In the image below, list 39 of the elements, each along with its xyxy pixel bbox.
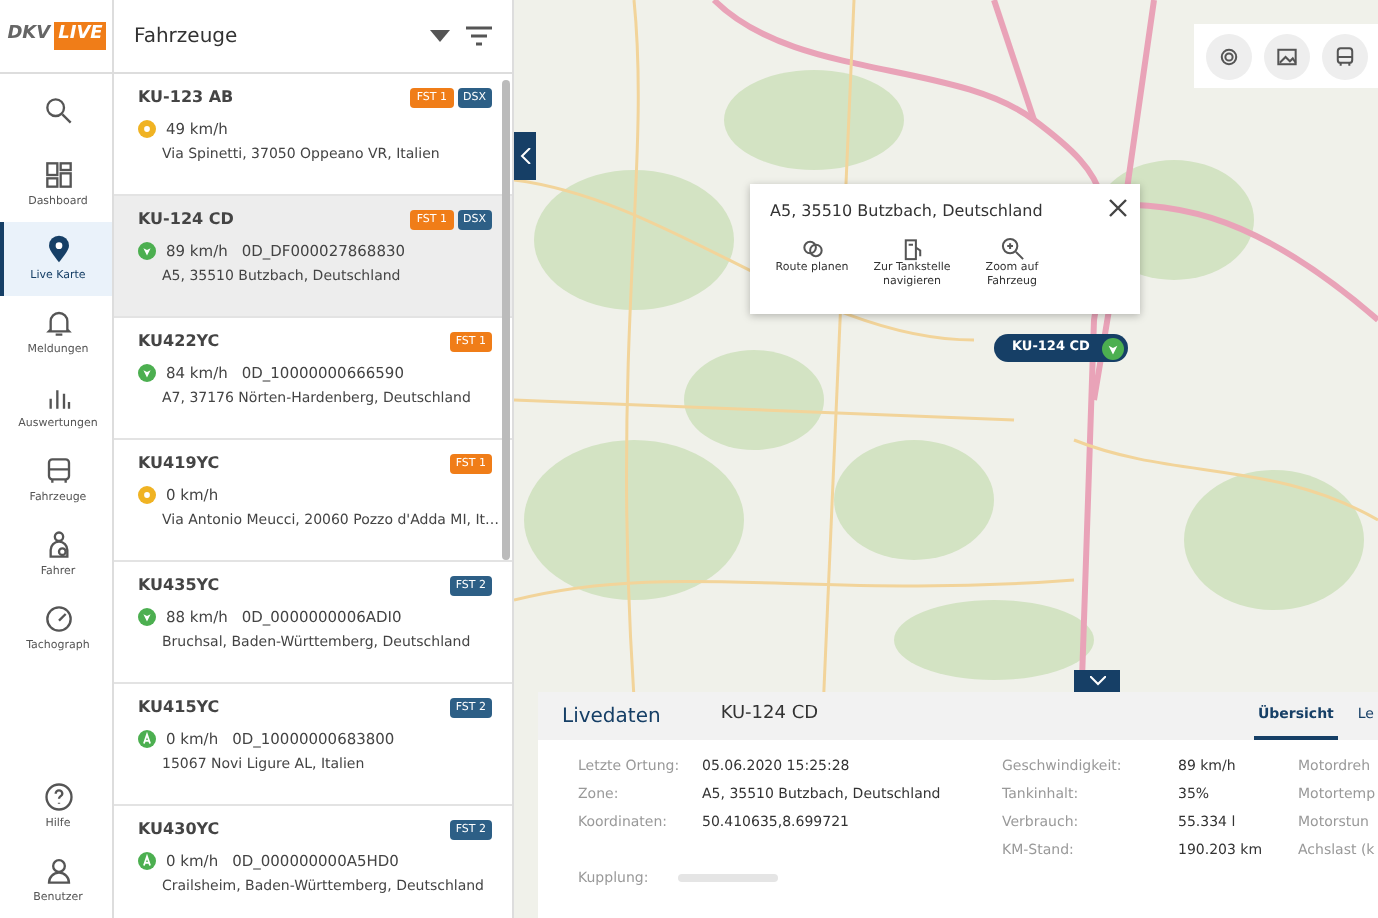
truck-icon (1332, 43, 1358, 69)
vehicle-name: KU-124 CD (720, 702, 819, 729)
vehicle-name: KU415YC (138, 696, 220, 720)
popup-address: A5, 35510 Butzbach, Deutschland (770, 200, 1043, 224)
search-icon (43, 96, 73, 126)
help-icon (43, 781, 73, 812)
map-control-button[interactable] (1206, 33, 1252, 79)
zoom-in-icon (999, 236, 1025, 262)
close-button[interactable] (1108, 196, 1128, 216)
bell-icon (43, 307, 73, 338)
dashboard-icon (43, 159, 73, 190)
vehicle-name: KU419YC (138, 452, 220, 476)
list-title: Fahrzeuge (134, 23, 238, 51)
expand-button[interactable] (1074, 670, 1120, 692)
user-icon (43, 855, 73, 886)
vehicle-name: KU-123 AB (138, 86, 234, 110)
collapse-button[interactable] (514, 132, 536, 180)
status-icon (1101, 337, 1124, 359)
map-pin-icon (43, 233, 73, 264)
panel-title: Livedaten (562, 703, 661, 731)
scrollbar[interactable] (502, 80, 510, 560)
logo: DKV LIVE (0, 0, 112, 74)
route-icon (799, 236, 825, 262)
vehicle-name: KU422YC (138, 330, 220, 354)
truck-icon (43, 455, 73, 486)
chevron-left-icon (519, 147, 531, 164)
image-icon (1274, 43, 1300, 69)
map-control-button[interactable] (1264, 33, 1310, 79)
vehicle-name: KU430YC (138, 818, 220, 842)
dropdown-caret-icon[interactable] (430, 30, 450, 42)
map-control-button[interactable] (1322, 33, 1368, 79)
vehicle-name: KU435YC (138, 574, 220, 598)
chevron-down-icon (1089, 676, 1105, 687)
filter-icon[interactable] (466, 26, 492, 46)
vehicle-name: KU-124 CD (138, 208, 234, 232)
fuel-pump-icon (899, 236, 925, 262)
gauge-icon (43, 603, 73, 634)
close-icon (1108, 197, 1128, 218)
layers-icon (1216, 43, 1242, 69)
